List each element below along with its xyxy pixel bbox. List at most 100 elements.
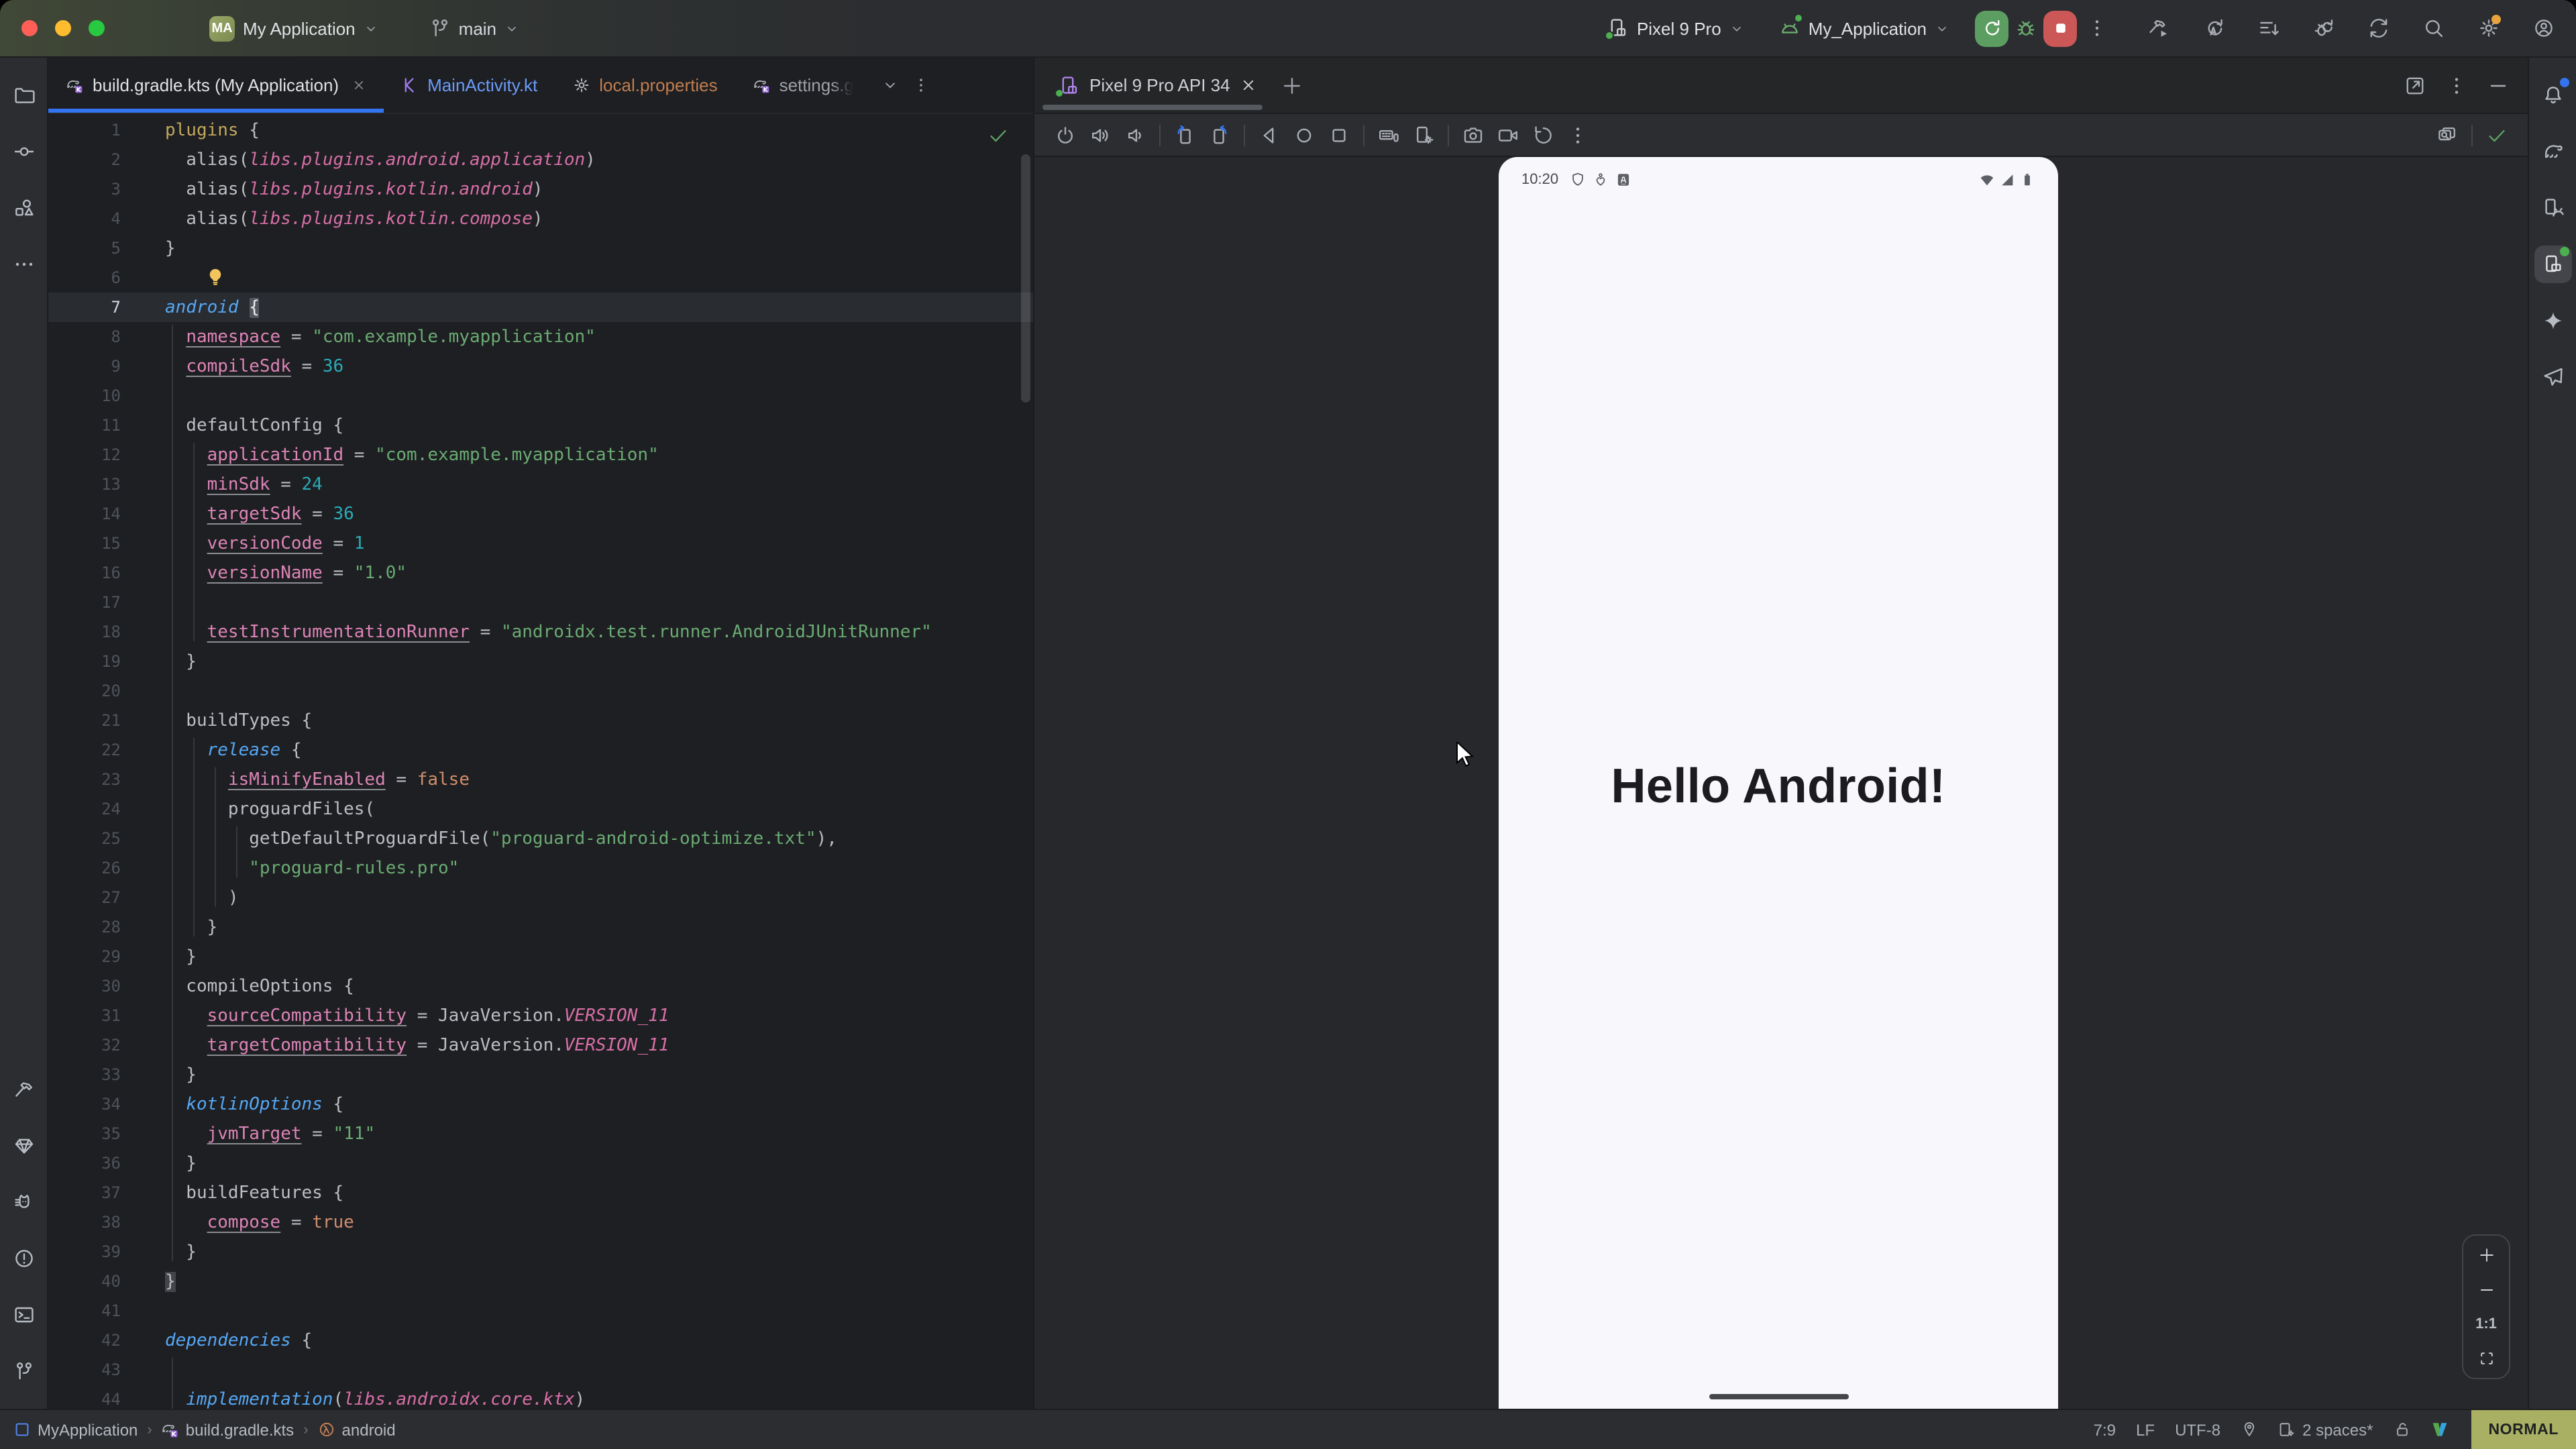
apply-changes-button[interactable]	[2198, 12, 2230, 44]
tool-window-notifications[interactable]	[2534, 76, 2571, 114]
code-line-33[interactable]: 33 }	[48, 1060, 1033, 1089]
close-icon[interactable]	[351, 78, 366, 93]
rotate-right-button[interactable]	[1202, 124, 1237, 146]
code-line-8[interactable]: 8 namespace = "com.example.myapplication…	[48, 322, 1033, 352]
project-widget[interactable]: MA My Application	[201, 10, 386, 46]
code-line-29[interactable]: 29 }	[48, 942, 1033, 971]
vim-mode[interactable]: NORMAL	[2471, 1410, 2576, 1449]
tool-window-app-inspection[interactable]	[5, 1127, 42, 1165]
volume-up-button[interactable]	[1083, 124, 1118, 146]
breadcrumb-item[interactable]: MyApplication	[13, 1420, 138, 1439]
code-line-12[interactable]: 12 applicationId = "com.example.myapplic…	[48, 440, 1033, 470]
debug-button[interactable]	[2015, 17, 2037, 39]
code-line-43[interactable]: 43	[48, 1355, 1033, 1385]
editor-tab-0[interactable]: build.gradle.kts (My Application)	[48, 58, 383, 113]
file-encoding[interactable]: UTF-8	[2175, 1420, 2220, 1439]
code-line-15[interactable]: 15 versionCode = 1	[48, 529, 1033, 558]
minimize-window-button[interactable]	[55, 20, 71, 36]
code-line-3[interactable]: 3 alias(libs.plugins.kotlin.android)	[48, 174, 1033, 204]
build-button[interactable]	[2143, 12, 2175, 44]
indent-style[interactable]: 2 spaces*	[2278, 1420, 2373, 1439]
code-line-34[interactable]: 34 kotlinOptions {	[48, 1089, 1033, 1119]
device-selector[interactable]: Pixel 9 Pro	[1599, 12, 1752, 44]
code-line-9[interactable]: 9 compileSdk = 36	[48, 352, 1033, 381]
breadcrumb-item[interactable]: android	[318, 1420, 396, 1439]
virtual-input-button[interactable]	[1371, 124, 1406, 146]
zoom-reset-button[interactable]: 1:1	[2475, 1316, 2497, 1332]
tool-window-commit[interactable]	[5, 133, 42, 170]
zoom-out-button[interactable]	[2477, 1281, 2495, 1299]
code-line-20[interactable]: 20	[48, 676, 1033, 706]
attach-debugger-button[interactable]	[2308, 12, 2340, 44]
zoom-in-button[interactable]	[2477, 1246, 2495, 1264]
code-line-31[interactable]: 31 sourceCompatibility = JavaVersion.VER…	[48, 1001, 1033, 1030]
ideavim[interactable]	[2430, 1421, 2448, 1438]
tool-window-problems[interactable]	[5, 1240, 42, 1277]
code-line-5[interactable]: 5}	[48, 233, 1033, 263]
power-button[interactable]	[1048, 124, 1083, 146]
device-settings-button[interactable]	[1406, 124, 1441, 146]
close-window-button[interactable]	[21, 20, 38, 36]
add-device-tab-button[interactable]	[1281, 74, 1303, 96]
code-line-18[interactable]: 18 testInstrumentationRunner = "androidx…	[48, 617, 1033, 647]
code-line-13[interactable]: 13 minSdk = 24	[48, 470, 1033, 499]
code-line-22[interactable]: 22 release {	[48, 735, 1033, 765]
tool-window-more-tool-windows[interactable]	[5, 246, 42, 283]
run-configuration-selector[interactable]: My_Application	[1771, 12, 1957, 44]
sync-project-button[interactable]	[2363, 12, 2395, 44]
file-lock[interactable]	[2393, 1421, 2410, 1438]
line-separator[interactable]: LF	[2136, 1420, 2155, 1439]
panel-options-button[interactable]	[2446, 74, 2467, 96]
code-line-36[interactable]: 36 }	[48, 1148, 1033, 1178]
settings-button[interactable]	[2473, 12, 2505, 44]
snapshot-reset-button[interactable]	[1525, 124, 1560, 146]
code-line-26[interactable]: 26 "proguard-rules.pro"	[48, 853, 1033, 883]
home-button[interactable]	[1287, 124, 1322, 146]
code-line-17[interactable]: 17	[48, 588, 1033, 617]
overview-button[interactable]	[1322, 124, 1356, 146]
code-line-42[interactable]: 42dependencies {	[48, 1326, 1033, 1355]
fit-to-window-button[interactable]	[2477, 1350, 2495, 1367]
breadcrumb-item[interactable]: build.gradle.kts	[162, 1420, 294, 1439]
caret-position[interactable]: 7:9	[2094, 1420, 2116, 1439]
code-line-14[interactable]: 14 targetSdk = 36	[48, 499, 1033, 529]
code-line-21[interactable]: 21 buildTypes {	[48, 706, 1033, 735]
tool-window-project[interactable]	[5, 76, 42, 114]
code-line-23[interactable]: 23 isMinifyEnabled = false	[48, 765, 1033, 794]
branch-widget[interactable]: main	[421, 12, 527, 44]
account-button[interactable]	[2528, 12, 2560, 44]
close-icon[interactable]	[1240, 76, 1257, 94]
code-line-39[interactable]: 39 }	[48, 1237, 1033, 1267]
run-more-button[interactable]	[2081, 12, 2113, 44]
status-check-button[interactable]	[2479, 124, 2514, 146]
code-line-11[interactable]: 11 defaultConfig {	[48, 411, 1033, 440]
editor-tab-3[interactable]: settings.g	[735, 58, 871, 113]
code-line-2[interactable]: 2 alias(libs.plugins.android.application…	[48, 145, 1033, 174]
open-in-new-window-button[interactable]	[2404, 74, 2426, 96]
code-line-28[interactable]: 28 }	[48, 912, 1033, 942]
chevron-down-icon[interactable]	[882, 76, 900, 94]
back-button[interactable]	[1252, 124, 1287, 146]
screen-search-button[interactable]	[2430, 124, 2465, 146]
code-line-37[interactable]: 37 buildFeatures {	[48, 1178, 1033, 1208]
kebab-icon[interactable]	[913, 76, 930, 94]
screenshot-button[interactable]	[1456, 124, 1491, 146]
code-line-4[interactable]: 4 alias(libs.plugins.kotlin.compose)	[48, 204, 1033, 233]
code-line-1[interactable]: 1plugins {	[48, 115, 1033, 145]
code-editor[interactable]: 1plugins {2 alias(libs.plugins.android.a…	[48, 114, 1033, 1409]
code-line-19[interactable]: 19 }	[48, 647, 1033, 676]
code-line-38[interactable]: 38 compose = true	[48, 1208, 1033, 1237]
code-line-7[interactable]: 7android {	[48, 292, 1033, 322]
tool-window-device-manager[interactable]	[2534, 189, 2571, 227]
tool-window-build[interactable]	[5, 1071, 42, 1108]
code-line-25[interactable]: 25 getDefaultProguardFile("proguard-andr…	[48, 824, 1033, 853]
tool-window-logcat[interactable]	[5, 1183, 42, 1221]
code-line-6[interactable]: 6	[48, 263, 1033, 292]
rerun-button[interactable]	[1975, 10, 2008, 46]
code-line-40[interactable]: 40}	[48, 1267, 1033, 1296]
emulator-display[interactable]: 10:20 Hello Android!	[1499, 157, 2058, 1409]
code-line-32[interactable]: 32 targetCompatibility = JavaVersion.VER…	[48, 1030, 1033, 1060]
editor-tab-2[interactable]: local.properties	[555, 58, 735, 113]
sticky-scroll[interactable]	[2241, 1421, 2258, 1438]
tool-window-running-devices[interactable]	[2534, 246, 2571, 283]
